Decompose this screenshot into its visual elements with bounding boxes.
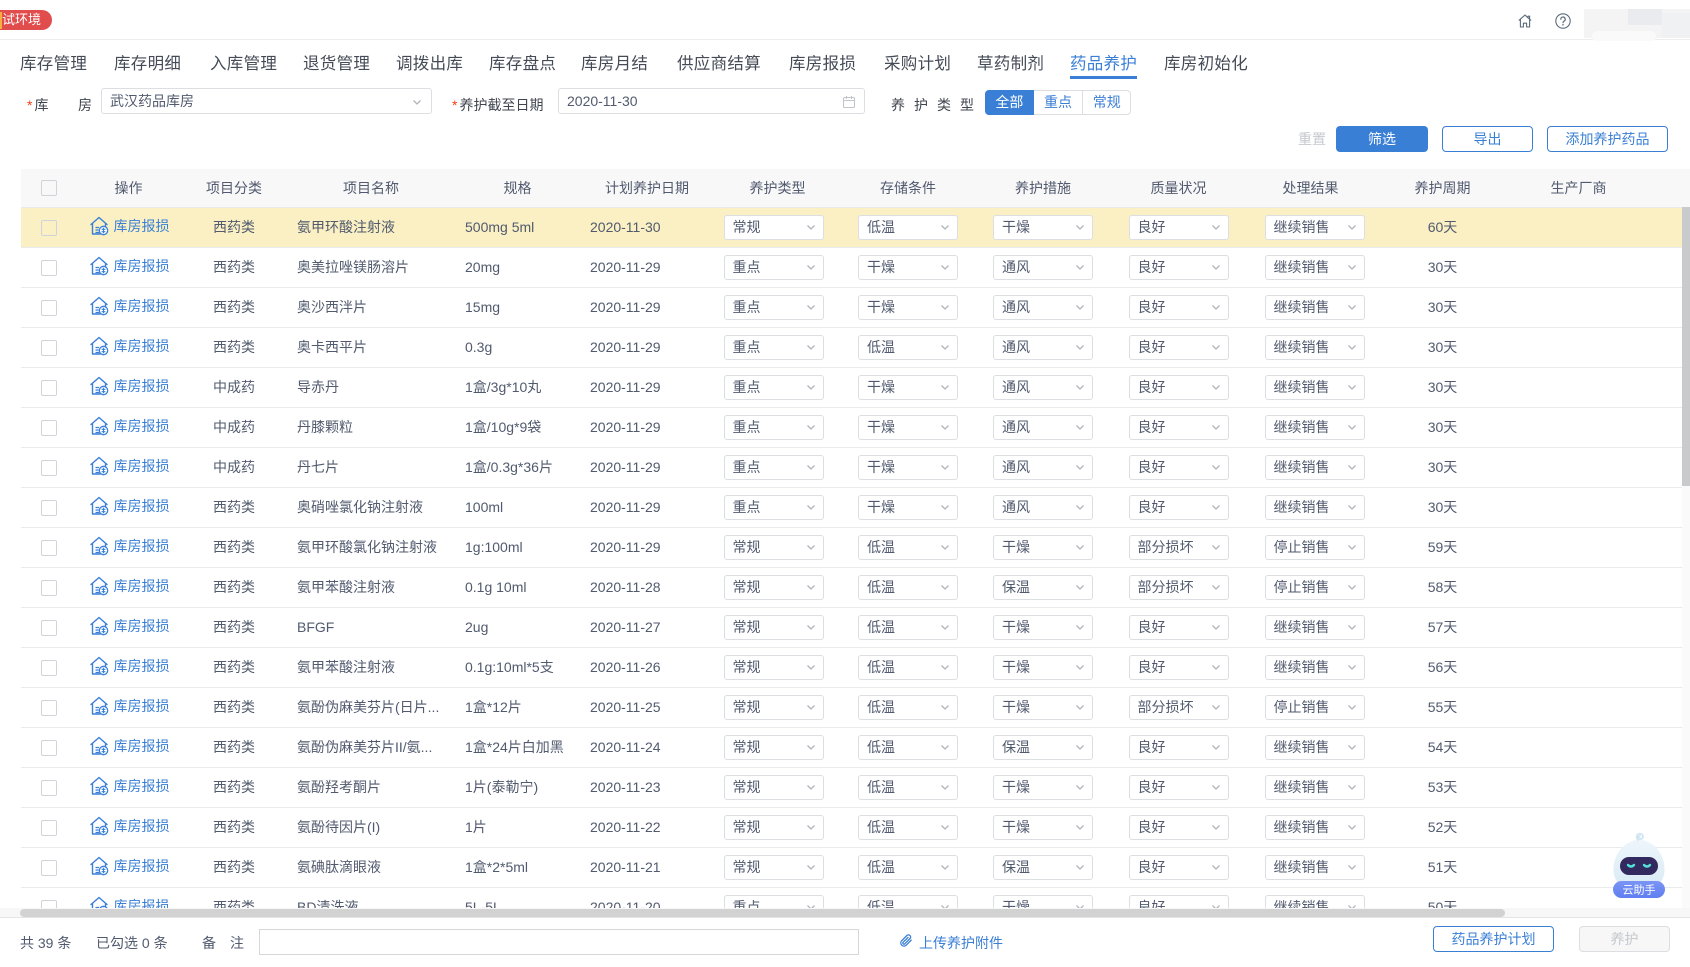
svg-text:云助手: 云助手	[1623, 883, 1656, 897]
